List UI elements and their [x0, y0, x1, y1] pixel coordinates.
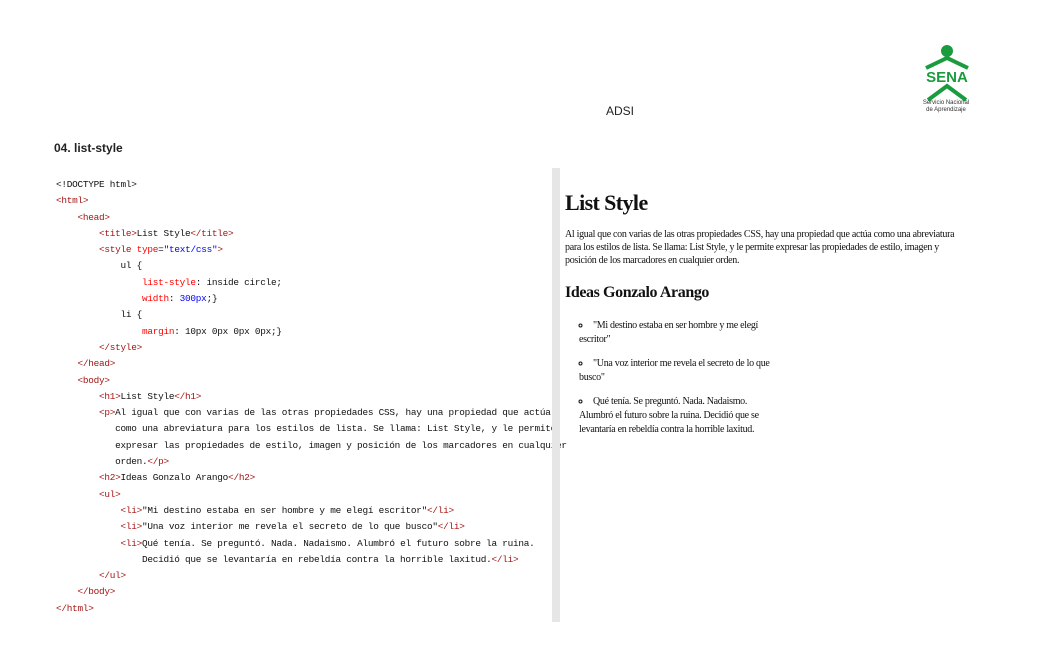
sena-logo-caption: Servicio Nacional de Aprendizaje	[906, 100, 986, 114]
sena-wordmark: SENA	[926, 69, 968, 86]
list-item: Qué tenía. Se preguntó. Nada. Nadaismo. …	[579, 395, 779, 437]
code-line: margin: 10px 0px 0px 0px;}	[142, 325, 282, 337]
code-line: <body>	[77, 374, 111, 386]
program-label: ADSI	[605, 104, 634, 118]
code-line: <title>List Style</title>	[99, 227, 234, 239]
section-title: 04. list-style	[54, 141, 123, 155]
code-line: como una abreviatura para los estilos de…	[56, 423, 556, 435]
sena-caption-line1: Servicio Nacional	[922, 100, 970, 106]
code-line: <style type="text/css">	[99, 244, 223, 256]
code-line: <li>"Una voz interior me revela el secre…	[120, 521, 465, 533]
panel-divider	[552, 168, 560, 622]
code-line: </body>	[77, 586, 116, 598]
code-line: </html>	[56, 602, 94, 614]
list-item: "Mi destino estaba en ser hombre y me el…	[579, 319, 779, 347]
code-line: <h1>List Style</h1>	[99, 390, 202, 402]
preview-paragraph: Al igual que con varias de las otras pro…	[565, 229, 955, 266]
code-line: <!DOCTYPE html>	[56, 179, 137, 190]
sena-caption-line2: de Aprendizaje	[926, 107, 966, 113]
code-line: width: 300px;}	[142, 293, 218, 305]
code-line: expresar las propiedades de estilo, imag…	[56, 439, 567, 451]
list-item: "Una voz interior me revela el secreto d…	[579, 357, 779, 385]
code-line: <ul>	[99, 488, 121, 500]
code-line: <p>Al igual que con varias de las otras …	[99, 407, 551, 419]
code-line: list-style: inside circle;	[142, 276, 282, 288]
code-line: li {	[56, 309, 143, 321]
code-line: <h2>Ideas Gonzalo Arango</h2>	[99, 472, 255, 484]
code-line: <head>	[77, 211, 111, 223]
code-listing: <!DOCTYPE html> <html> <head> <title>List…	[56, 177, 567, 617]
code-line: <li>"Mi destino estaba en ser hombre y m…	[120, 504, 455, 516]
code-line: Decidió que se levantaría en rebeldía co…	[56, 553, 519, 565]
preview-list: "Mi destino estaba en ser hombre y me el…	[565, 319, 779, 437]
code-line: </style>	[99, 341, 143, 353]
code-line: ul {	[56, 260, 143, 272]
code-line: </ul>	[99, 570, 126, 582]
code-line: orden.</p>	[56, 456, 169, 468]
code-line: <li>Qué tenía. Se preguntó. Nada. Nadais…	[120, 537, 535, 549]
preview-heading: List Style	[565, 190, 648, 215]
code-line: <html>	[56, 195, 89, 207]
rendered-preview: List Style Al igual que con varias de la…	[565, 176, 965, 437]
preview-subheading: Ideas Gonzalo Arango	[565, 284, 710, 301]
code-line: </head>	[77, 358, 116, 370]
